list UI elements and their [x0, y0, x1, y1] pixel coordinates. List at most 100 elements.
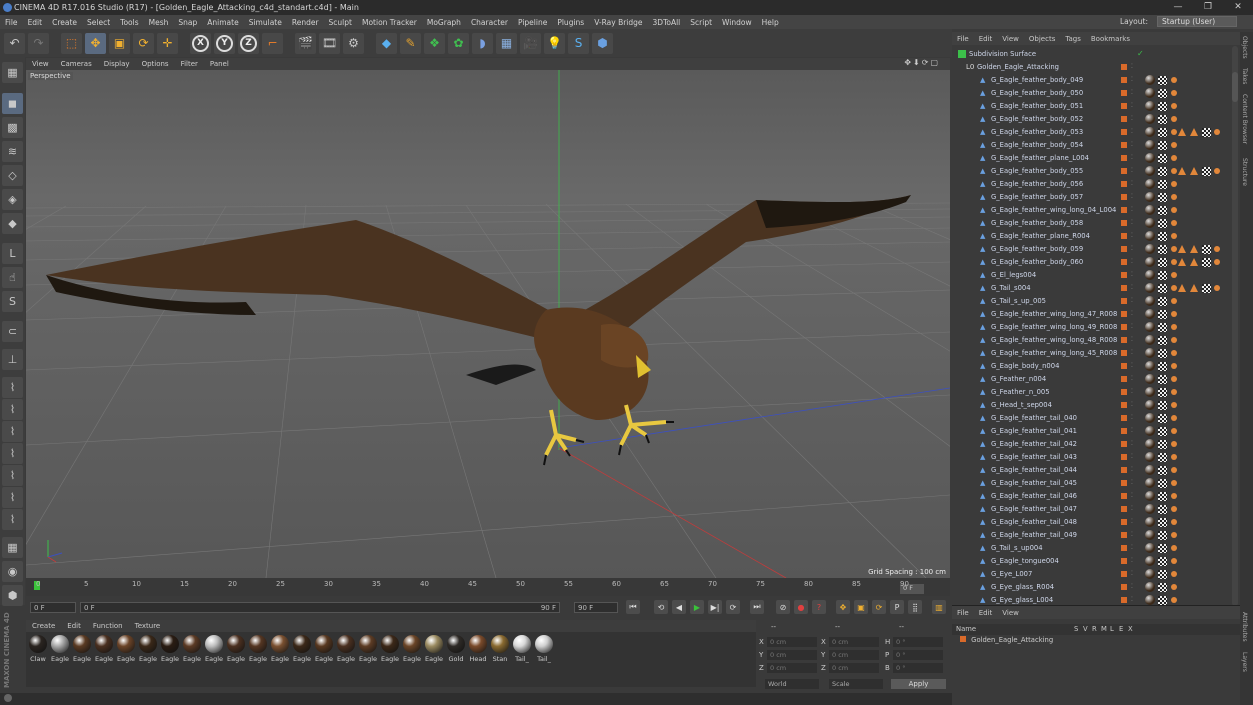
layer-column-header[interactable]: L — [1110, 625, 1114, 633]
uvw-tag-icon[interactable] — [1158, 388, 1167, 397]
material-tag-icon[interactable] — [1145, 218, 1155, 228]
material-swatch[interactable]: Eagle — [226, 635, 246, 663]
uvw-tag-icon[interactable] — [1158, 76, 1167, 85]
visibility-dots-icon[interactable]: ⁚ — [1131, 570, 1133, 577]
key-parameter-icon[interactable]: P — [890, 600, 904, 614]
layer-color-swatch[interactable] — [1121, 116, 1127, 122]
material-tag-icon[interactable] — [1145, 361, 1155, 371]
material-swatch[interactable]: Stan — [490, 635, 510, 663]
edges-mode-icon[interactable]: ◈ — [2, 189, 23, 210]
uvw-tag-icon[interactable] — [1158, 167, 1167, 176]
snap-icon[interactable]: S — [2, 291, 23, 312]
layer-row[interactable]: Golden_Eagle_Attacking — [960, 636, 1053, 644]
layer-color-swatch[interactable] — [1121, 597, 1127, 603]
visibility-dots-icon[interactable]: ⁚ — [1131, 63, 1133, 70]
texture-tag-icon[interactable] — [1171, 272, 1177, 278]
coord-value-field[interactable]: 0 ° — [893, 663, 943, 673]
viewport-menu-panel[interactable]: Panel — [204, 60, 235, 68]
object-row[interactable]: ▲ G_Eagle_feather_plane_R004 ⁚ — [952, 230, 1228, 243]
visibility-dots-icon[interactable]: ⁚ — [1131, 297, 1133, 304]
uvw-tag-icon[interactable] — [1202, 258, 1211, 267]
end-frame-field[interactable]: 90 F — [574, 602, 618, 613]
material-menu-function[interactable]: Function — [87, 622, 129, 630]
texture-tag-icon[interactable] — [1171, 77, 1177, 83]
material-tag-icon[interactable] — [1145, 504, 1155, 514]
uvw-tag-icon[interactable] — [1158, 492, 1167, 501]
material-tag-icon[interactable] — [1145, 231, 1155, 241]
polygons-mode-icon[interactable]: ◆ — [2, 213, 23, 234]
texture-tag-icon[interactable] — [1171, 324, 1177, 330]
visibility-dots-icon[interactable]: ⁚ — [1131, 154, 1133, 161]
material-tag-icon[interactable] — [1145, 322, 1155, 332]
texture-tag-icon[interactable] — [1171, 311, 1177, 317]
visibility-dots-icon[interactable]: ⁚ — [1131, 128, 1133, 135]
object-row[interactable]: ▲ G_Eagle_feather_body_057 ⁚ — [952, 191, 1228, 204]
uvw-tag-icon[interactable] — [1158, 557, 1167, 566]
menu-v-ray-bridge[interactable]: V-Ray Bridge — [589, 18, 647, 27]
uvw-tag-icon[interactable] — [1158, 89, 1167, 98]
texture-tag-icon[interactable] — [1171, 103, 1177, 109]
layer-color-swatch[interactable] — [1121, 142, 1127, 148]
visibility-dots-icon[interactable]: ⁚ — [1131, 466, 1133, 473]
texture-tag-icon[interactable] — [1171, 454, 1177, 460]
tweak-mode-icon[interactable]: ☝ — [2, 267, 23, 288]
uvw-tag-icon[interactable] — [1202, 284, 1211, 293]
brush-icon-4[interactable]: ⌇ — [2, 443, 23, 464]
texture-tag-icon[interactable] — [1171, 597, 1177, 603]
visibility-dots-icon[interactable]: ⁚ — [1131, 89, 1133, 96]
enable-check-icon[interactable]: ✓ — [1137, 49, 1144, 58]
layer-color-swatch[interactable] — [1121, 285, 1127, 291]
viewport-menu-display[interactable]: Display — [98, 60, 136, 68]
layer-color-swatch[interactable] — [1121, 311, 1127, 317]
material-tag-icon[interactable] — [1145, 530, 1155, 540]
uvw-tag-icon[interactable] — [1158, 297, 1167, 306]
layer-color-swatch[interactable] — [1121, 376, 1127, 382]
uvw-tag-icon[interactable] — [1158, 310, 1167, 319]
selection-tag-icon[interactable] — [1178, 284, 1186, 292]
layer-column-header[interactable]: E — [1119, 625, 1123, 633]
layer-color-swatch[interactable] — [1121, 467, 1127, 473]
material-tag-icon[interactable] — [1145, 413, 1155, 423]
object-list-scrollbar-thumb[interactable] — [1232, 72, 1238, 102]
layer-color-swatch[interactable] — [1121, 129, 1127, 135]
layer-color-swatch[interactable] — [1121, 506, 1127, 512]
side-tab-content-browser[interactable]: Content Browser — [1241, 94, 1248, 144]
scale-dropdown[interactable]: Scale — [829, 679, 883, 689]
material-swatch[interactable]: Eagle — [424, 635, 444, 663]
close-button[interactable]: ✕ — [1223, 0, 1253, 15]
uvw-tag-icon[interactable] — [1202, 167, 1211, 176]
visibility-dots-icon[interactable]: ⁚ — [1131, 505, 1133, 512]
object-row[interactable]: ▲ G_Eagle_feather_body_060 ⁚ — [952, 256, 1228, 269]
object-row[interactable]: ▲ G_Eagle_feather_tail_046 ⁚ — [952, 490, 1228, 503]
visibility-dots-icon[interactable]: ⁚ — [1131, 440, 1133, 447]
brush-icon-1[interactable]: ⌇ — [2, 377, 23, 398]
coord-value-field[interactable]: 0 cm — [767, 637, 817, 647]
material-swatch[interactable]: Eagle — [314, 635, 334, 663]
uvw-tag-icon[interactable] — [1158, 128, 1167, 137]
layer-color-swatch[interactable] — [1121, 233, 1127, 239]
object-row[interactable]: ▲ G_Eagle_body_n004 ⁚ — [952, 360, 1228, 373]
visibility-dots-icon[interactable]: ⁚ — [1131, 531, 1133, 538]
material-tag-icon[interactable] — [1145, 101, 1155, 111]
menu-simulate[interactable]: Simulate — [244, 18, 287, 27]
texture-tag-icon[interactable] — [1171, 584, 1177, 590]
layout-selector[interactable]: Layout: Startup (User) — [1115, 16, 1237, 27]
uvw-tag-icon[interactable] — [1158, 271, 1167, 280]
visibility-dots-icon[interactable]: ⁚ — [1131, 557, 1133, 564]
deformer-icon[interactable]: ◗ — [472, 32, 493, 54]
texture-tag-icon[interactable] — [1171, 415, 1177, 421]
material-tag-icon[interactable] — [1145, 205, 1155, 215]
material-swatch[interactable]: Eagle — [336, 635, 356, 663]
visibility-dots-icon[interactable]: ⁚ — [1131, 232, 1133, 239]
visibility-dots-icon[interactable]: ⁚ — [1131, 271, 1133, 278]
material-tag-icon[interactable] — [1145, 387, 1155, 397]
material-swatch[interactable]: Tail_ — [534, 635, 554, 663]
uvw-tag-icon[interactable] — [1158, 219, 1167, 228]
material-tag-icon[interactable] — [1145, 257, 1155, 267]
object-row[interactable]: ▲ G_Eye_glass_R004 ⁚ — [952, 581, 1228, 594]
layer-color-swatch[interactable] — [1121, 194, 1127, 200]
uvw-tag-icon[interactable] — [1158, 349, 1167, 358]
uvw-tag-icon[interactable] — [1158, 102, 1167, 111]
texture-tag-icon[interactable] — [1171, 155, 1177, 161]
uvw-tag-icon[interactable] — [1158, 362, 1167, 371]
